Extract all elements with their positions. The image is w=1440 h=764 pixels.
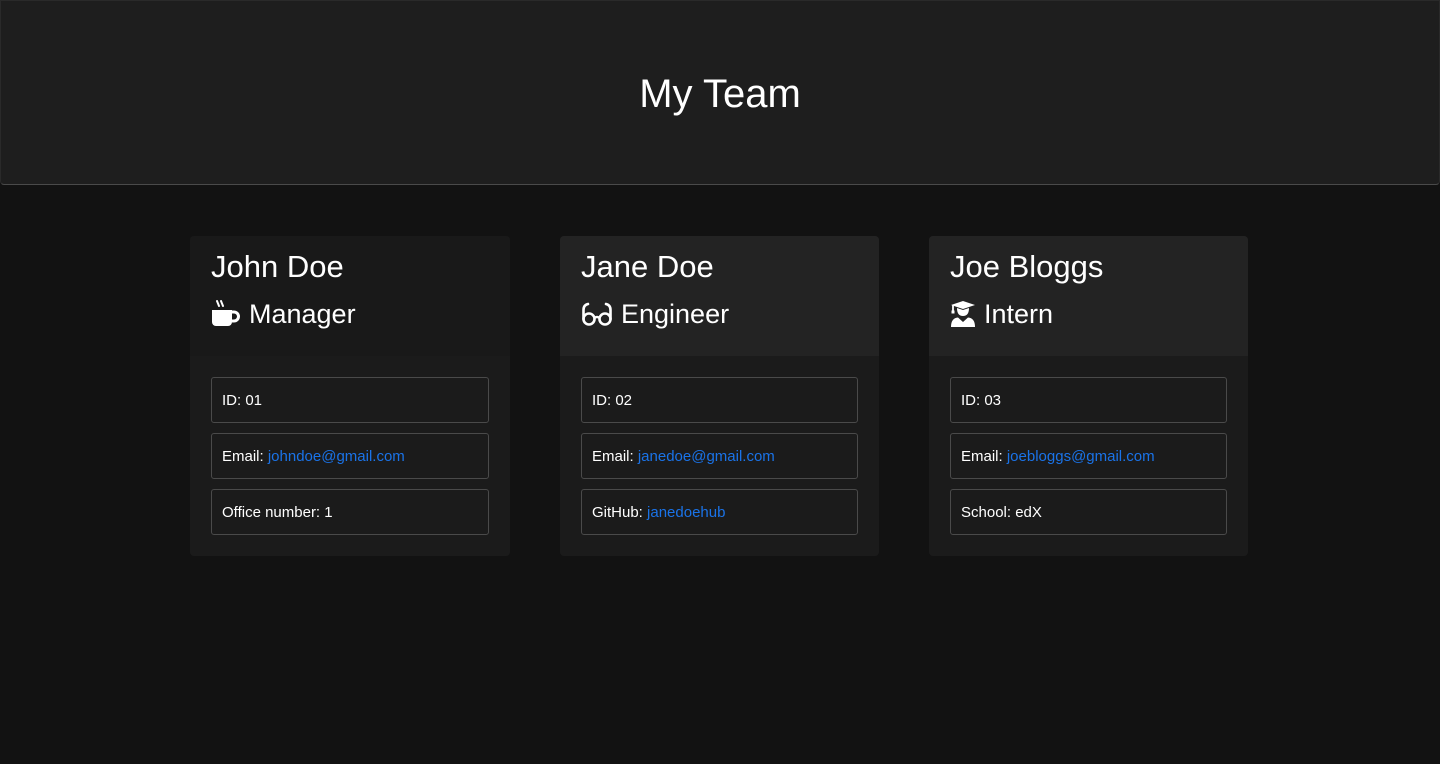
- id-label: ID:: [222, 391, 246, 409]
- id-row: ID: 03: [950, 377, 1227, 423]
- card-body: ID: 03 Email: joebloggs@gmail.com School…: [929, 356, 1248, 555]
- email-label: Email:: [961, 447, 1007, 465]
- id-value: 03: [984, 391, 1002, 409]
- id-value: 02: [615, 391, 633, 409]
- employee-name: Jane Doe: [581, 249, 714, 284]
- school-row: School: edX: [950, 489, 1227, 535]
- glasses-icon: [581, 301, 613, 327]
- employee-role: Intern: [950, 294, 1228, 334]
- card-body: ID: 02 Email: janedoe@gmail.com GitHub: …: [560, 356, 879, 555]
- role-label: Manager: [249, 299, 356, 329]
- page-header: My Team: [0, 0, 1440, 185]
- email-row: Email: johndoe@gmail.com: [211, 433, 489, 479]
- id-label: ID:: [592, 391, 616, 409]
- team-cards: John Doe Manager ID: 01 Email: johndoe@g…: [190, 236, 1248, 556]
- email-link[interactable]: janedoe@gmail.com: [638, 448, 775, 465]
- email-link[interactable]: johndoe@gmail.com: [268, 448, 405, 465]
- github-label: GitHub:: [592, 503, 648, 521]
- page-title: My Team: [639, 72, 801, 116]
- email-label: Email:: [222, 447, 268, 465]
- card-header: John Doe Manager: [190, 236, 510, 356]
- id-row: ID: 01: [211, 377, 489, 423]
- office-number-row: Office number: 1: [211, 489, 489, 535]
- id-row: ID: 02: [581, 377, 858, 423]
- card-header: Jane Doe Engineer: [560, 236, 879, 356]
- email-label: Email:: [592, 447, 638, 465]
- user-graduate-icon: [950, 300, 976, 328]
- github-row: GitHub: janedoehub: [581, 489, 858, 535]
- school-label: School:: [961, 503, 1016, 521]
- id-label: ID:: [961, 391, 985, 409]
- school-value: edX: [1015, 503, 1042, 521]
- email-row: Email: janedoe@gmail.com: [581, 433, 858, 479]
- id-value: 01: [245, 391, 263, 409]
- employee-name: Joe Bloggs: [950, 249, 1104, 284]
- employee-role: Engineer: [581, 294, 859, 334]
- card-header: Joe Bloggs Intern: [929, 236, 1248, 356]
- employee-role: Manager: [211, 294, 490, 334]
- office-number-value: 1: [324, 503, 333, 521]
- employee-card-intern: Joe Bloggs Intern ID: 03 Email: joeblogg…: [929, 236, 1248, 556]
- office-number-label: Office number:: [222, 503, 325, 521]
- role-label: Intern: [984, 299, 1054, 329]
- email-row: Email: joebloggs@gmail.com: [950, 433, 1227, 479]
- employee-name: John Doe: [211, 249, 344, 284]
- role-label: Engineer: [621, 299, 730, 329]
- github-link[interactable]: janedoehub: [647, 504, 725, 521]
- employee-card-engineer: Jane Doe Engineer ID: 02 Email: janedoe@…: [560, 236, 879, 556]
- email-link[interactable]: joebloggs@gmail.com: [1007, 448, 1155, 465]
- mug-hot-icon: [211, 300, 241, 328]
- employee-card-manager: John Doe Manager ID: 01 Email: johndoe@g…: [190, 236, 510, 556]
- card-body: ID: 01 Email: johndoe@gmail.com Office n…: [190, 356, 510, 555]
